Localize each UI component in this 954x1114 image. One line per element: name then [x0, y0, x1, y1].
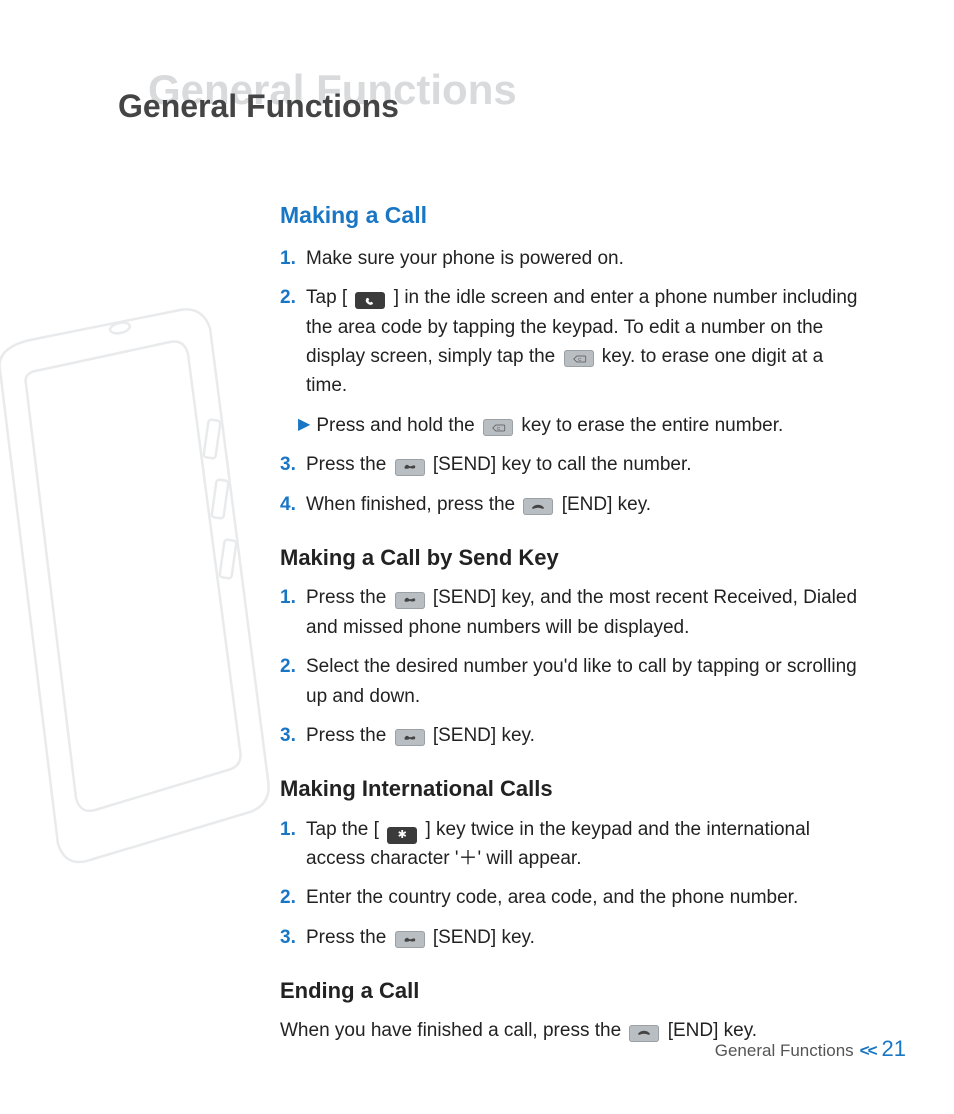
step-text: Tap the [ ✱ ] key twice in the keypad an…	[306, 815, 860, 874]
step-1: 1. Tap the [ ✱ ] key twice in the keypad…	[280, 815, 860, 874]
step-number: 1.	[280, 815, 306, 844]
step-text: Press and hold the C key to erase the en…	[316, 411, 783, 440]
footer-chevron-icon: <<	[860, 1041, 876, 1061]
text-fragment: When you have finished a call, press the	[280, 1020, 621, 1041]
step-text: Enter the country code, area code, and t…	[306, 883, 860, 912]
step-3: 3. Press the [SEND] key.	[280, 923, 860, 952]
text-fragment: Tap the [	[306, 819, 379, 840]
step-number: 2.	[280, 883, 306, 912]
footer-section-label: General Functions	[715, 1041, 854, 1061]
step-number: 1.	[280, 244, 306, 273]
step-number: 3.	[280, 721, 306, 750]
clear-key-icon: C	[564, 350, 594, 367]
section-title-send-key: Making a Call by Send Key	[280, 541, 860, 575]
text-fragment: [SEND] key to call the number.	[433, 454, 692, 475]
step-text: Press the [SEND] key, and the most recen…	[306, 583, 860, 642]
step-number: 3.	[280, 450, 306, 479]
step-4: 4. When finished, press the [END] key.	[280, 490, 860, 519]
step-1: 1. Make sure your phone is powered on.	[280, 244, 860, 273]
arrow-icon: ▶	[298, 411, 310, 439]
clear-key-icon: C	[483, 419, 513, 436]
step-text: Press the [SEND] key to call the number.	[306, 450, 860, 479]
text-fragment: Press the	[306, 454, 386, 475]
text-fragment: Tap [	[306, 287, 347, 308]
step-text: Make sure your phone is powered on.	[306, 244, 860, 273]
step-number: 4.	[280, 490, 306, 519]
step-3: 3. Press the [SEND] key to call the numb…	[280, 450, 860, 479]
step-text: Press the [SEND] key.	[306, 923, 860, 952]
svg-text:C: C	[497, 426, 501, 431]
main-content: Making a Call 1. Make sure your phone is…	[280, 198, 860, 1056]
step-2: 2. Select the desired number you'd like …	[280, 652, 860, 711]
end-key-icon	[523, 498, 553, 515]
text-fragment: [SEND] key.	[433, 927, 535, 948]
step-3: 3. Press the [SEND] key.	[280, 721, 860, 750]
send-key-icon	[395, 459, 425, 476]
phone-key-icon	[355, 292, 385, 309]
step-number: 3.	[280, 923, 306, 952]
text-fragment: [END] key.	[562, 494, 651, 515]
step-1: 1. Press the [SEND] key, and the most re…	[280, 583, 860, 642]
text-fragment: ] key twice in the keypad and the intern…	[306, 819, 810, 869]
text-fragment: When finished, press the	[306, 494, 515, 515]
svg-text:C: C	[578, 357, 582, 362]
end-key-icon	[629, 1025, 659, 1042]
section-title-ending-a-call: Ending a Call	[280, 974, 860, 1008]
section-title-making-a-call: Making a Call	[280, 198, 860, 234]
text-fragment: Press and hold the	[316, 415, 474, 436]
footer: General Functions << 21	[715, 1036, 906, 1062]
text-fragment: Press the	[306, 927, 386, 948]
step-2: 2. Enter the country code, area code, an…	[280, 883, 860, 912]
text-fragment: key to erase the entire number.	[521, 415, 783, 436]
page-title: General Functions	[118, 88, 399, 125]
send-key-icon	[395, 729, 425, 746]
step-text: Select the desired number you'd like to …	[306, 652, 860, 711]
step-2: 2. Tap [ ] in the idle screen and enter …	[280, 283, 860, 401]
send-key-icon	[395, 592, 425, 609]
step-text: Tap [ ] in the idle screen and enter a p…	[306, 283, 860, 401]
step-text: Press the [SEND] key.	[306, 721, 860, 750]
text-fragment: Press the	[306, 587, 386, 608]
step-number: 1.	[280, 583, 306, 612]
page-number: 21	[882, 1036, 906, 1062]
text-fragment: [SEND] key.	[433, 725, 535, 746]
decorative-phone-icon	[0, 300, 270, 900]
text-fragment: [SEND] key, and the most recent Received…	[306, 587, 857, 637]
star-key-icon: ✱	[387, 827, 417, 844]
text-fragment: Press the	[306, 725, 386, 746]
step-number: 2.	[280, 283, 306, 312]
step-text: When finished, press the [END] key.	[306, 490, 860, 519]
section-title-international-calls: Making International Calls	[280, 772, 860, 806]
step-note: ▶ Press and hold the C key to erase the …	[298, 411, 860, 440]
send-key-icon	[395, 931, 425, 948]
step-number: 2.	[280, 652, 306, 681]
